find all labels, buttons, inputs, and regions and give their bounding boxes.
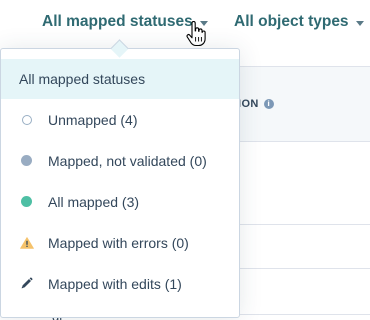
warning-icon — [19, 236, 34, 249]
column-header[interactable]: ION i — [238, 98, 274, 110]
object-types-filter-label: All object types — [234, 13, 349, 30]
menu-item-all-mapped[interactable]: All mapped (3) — [1, 181, 239, 222]
menu-item-label: All mapped (3) — [48, 193, 140, 210]
object-types-filter[interactable]: All object types — [234, 13, 364, 31]
menu-item-mapped-with-errors[interactable]: Mapped with errors (0) — [1, 222, 239, 263]
info-icon[interactable]: i — [263, 99, 274, 109]
filter-bar: All mapped statuses All object types — [0, 0, 370, 50]
menu-item-mapped-not-validated[interactable]: Mapped, not validated (0) — [1, 140, 239, 181]
hand-cursor-icon — [186, 21, 206, 47]
menu-item-label: Mapped with errors (0) — [48, 234, 189, 251]
page: All mapped statuses All object types ION… — [0, 0, 370, 320]
gray-dot-icon — [21, 155, 32, 166]
menu-item-all-mapped-statuses[interactable]: All mapped statuses — [1, 59, 239, 99]
mapped-status-dropdown: All mapped statuses Unmapped (4) Mapped,… — [0, 39, 240, 318]
menu-item-label: Mapped, not validated (0) — [48, 152, 207, 169]
mapped-status-filter[interactable]: All mapped statuses — [42, 13, 208, 31]
empty-circle-icon — [21, 114, 32, 125]
column-header-label: ION — [238, 98, 259, 110]
menu-item-unmapped[interactable]: Unmapped (4) — [1, 99, 239, 140]
menu-item-label: Unmapped (4) — [48, 111, 138, 128]
pencil-icon — [21, 277, 33, 289]
chevron-down-icon — [355, 20, 364, 26]
menu-item-label: All mapped statuses — [19, 71, 146, 87]
menu-item-label: Mapped with edits (1) — [48, 275, 182, 292]
mapped-status-filter-label: All mapped statuses — [42, 13, 193, 30]
menu-item-mapped-with-edits[interactable]: Mapped with edits (1) — [1, 263, 239, 304]
green-dot-icon — [21, 196, 32, 207]
